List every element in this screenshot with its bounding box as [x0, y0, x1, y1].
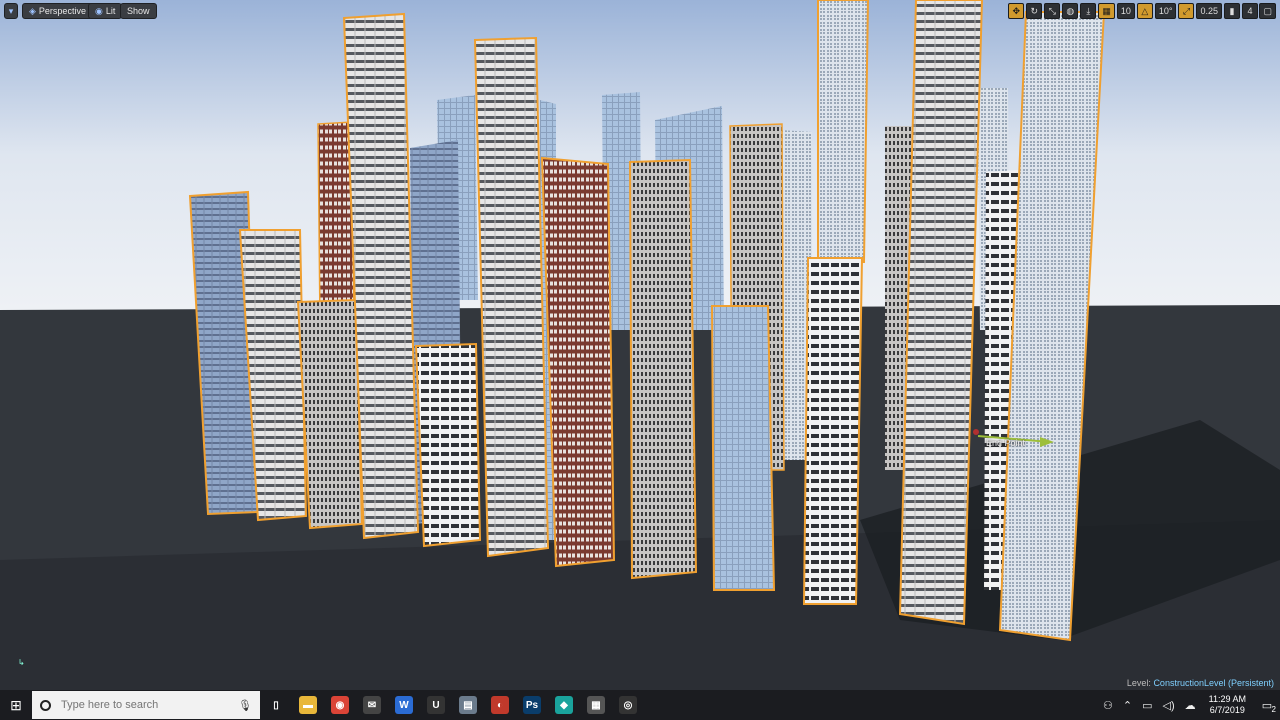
level-name: ConstructionLevel (Persistent)	[1153, 678, 1274, 688]
building-selected[interactable]	[414, 342, 482, 548]
chrome-taskbar-button[interactable]: ◉	[324, 690, 356, 720]
building-selected[interactable]	[296, 298, 364, 530]
word-taskbar-button[interactable]: W	[388, 690, 420, 720]
lit-button[interactable]: ◉ Lit	[88, 3, 123, 19]
file-explorer-taskbar-button[interactable]: ▬	[292, 690, 324, 720]
show-button[interactable]: Show	[120, 3, 157, 19]
scale-tool-icon[interactable]: ⤡	[1044, 3, 1061, 19]
level-info: Level: ConstructionLevel (Persistent)	[1127, 678, 1274, 688]
taskbar-clock[interactable]: 11:29 AM 6/7/2019	[1201, 694, 1254, 716]
building-selected[interactable]	[802, 257, 864, 605]
world-space-icon[interactable]: ◍	[1062, 3, 1079, 19]
viewport-toolbar: ✥ ↻ ⤡ ◍ ⤓ ▦ 10 △ 10° ⤢ 0.25 ▮ 4	[1008, 3, 1258, 19]
building-selected[interactable]	[473, 36, 550, 558]
viewport-menu-button[interactable]: ▾	[4, 3, 18, 19]
grid-snap-value[interactable]: 10	[1116, 3, 1135, 19]
rotate-tool-icon[interactable]: ↻	[1026, 3, 1043, 19]
grid-snap-icon[interactable]: ▦	[1098, 3, 1115, 19]
level-prefix: Level:	[1126, 678, 1151, 688]
end-point-label: End Point	[986, 438, 1026, 448]
windows-taskbar: ⊞ 🎙 ▯ ▬ ◉ ✉ WU ▤ ◐ Ps ◆ ▦ ◎ ⚇ ⌃ ▭ ◁) ☁ 11:29 AM 6/…	[0, 690, 1280, 720]
chrome-icon: ◉	[331, 696, 349, 714]
camera-speed-icon[interactable]: ▮	[1224, 3, 1240, 19]
mail-icon: ✉	[363, 696, 381, 714]
files-icon: ▤	[459, 696, 477, 714]
search-input[interactable]	[59, 698, 231, 712]
show-hidden-icons-icon[interactable]: ⌃	[1118, 699, 1137, 712]
building-selected[interactable]	[710, 305, 776, 591]
calculator-icon: ▦	[587, 696, 605, 714]
axis-indicator-icon: ↳	[18, 658, 25, 667]
surface-snap-icon[interactable]: ⤓	[1080, 3, 1097, 19]
network-icon[interactable]: ▭	[1137, 699, 1157, 712]
media-taskbar-button[interactable]: ◐	[484, 690, 516, 720]
rotation-snap-icon[interactable]: △	[1136, 3, 1153, 19]
volume-icon[interactable]: ◁)	[1158, 699, 1180, 712]
perspective-label: Perspective	[38, 6, 86, 16]
people-icon[interactable]: ⚇	[1098, 699, 1118, 712]
clock-date: 6/7/2019	[1209, 705, 1245, 715]
gizmo-pivot[interactable]	[973, 429, 979, 435]
file-explorer-icon: ▬	[299, 696, 317, 714]
cortana-icon	[40, 699, 51, 711]
camera-speed-value[interactable]: 4	[1242, 3, 1258, 19]
scale-snap-value[interactable]: 0.25	[1196, 3, 1222, 19]
show-label: Show	[127, 6, 150, 16]
move-tool-icon[interactable]: ✥	[1008, 3, 1025, 19]
onedrive-icon[interactable]: ☁	[1180, 699, 1201, 712]
action-center-icon[interactable]: ▭ 2	[1254, 690, 1280, 720]
media-icon: ◐	[491, 696, 509, 714]
obs-icon: ◎	[619, 696, 637, 714]
lit-label: Lit	[105, 6, 116, 16]
taskbar-apps: ▯ ▬ ◉ ✉ W U ▤ ◐ Ps ◆ ▦ ◎	[260, 690, 644, 720]
perspective-icon: ◈	[29, 6, 36, 16]
task-view-icon: ▯	[267, 696, 285, 714]
calculator-taskbar-button[interactable]: ▦	[580, 690, 612, 720]
level-viewport[interactable]: ▾ ◈ Perspective ◉ Lit Show ✥ ↻ ⤡ ◍ ⤓ ▦ 10 …	[0, 0, 1280, 690]
windows-start-icon[interactable]: ⊞	[0, 690, 32, 720]
lit-icon: ◉	[95, 6, 103, 16]
scale-snap-icon[interactable]: ⤢	[1178, 3, 1195, 19]
task-view-taskbar-button[interactable]: ▯	[260, 690, 292, 720]
clock-time: 11:29 AM	[1208, 694, 1246, 704]
sketchup-taskbar-button[interactable]: ◆	[548, 690, 580, 720]
maximize-viewport-icon[interactable]: ▢	[1259, 3, 1276, 19]
sketchup-icon: ◆	[555, 696, 573, 714]
photoshop-taskbar-button[interactable]: Ps	[516, 690, 548, 720]
word-icon: W	[395, 696, 413, 714]
microphone-icon[interactable]: 🎙	[238, 699, 252, 712]
photoshop-icon: Ps	[523, 696, 541, 714]
obs-taskbar-button[interactable]: ◎	[612, 690, 644, 720]
menu-arrow-icon: ▾	[8, 6, 14, 16]
city-scene[interactable]	[0, 0, 1280, 690]
unreal-taskbar-button[interactable]: U	[420, 690, 452, 720]
rotation-snap-value[interactable]: 10°	[1154, 3, 1177, 19]
building-selected[interactable]	[628, 158, 698, 580]
mail-taskbar-button[interactable]: ✉	[356, 690, 388, 720]
unreal-icon: U	[427, 696, 445, 714]
perspective-button[interactable]: ◈ Perspective	[22, 3, 93, 19]
files-taskbar-button[interactable]: ▤	[452, 690, 484, 720]
building-selected[interactable]	[817, 0, 870, 263]
notification-count: 2	[1271, 705, 1276, 714]
taskbar-search[interactable]: 🎙	[32, 691, 260, 719]
system-tray: ⚇ ⌃ ▭ ◁) ☁ 11:29 AM 6/7/2019 ▭ 2	[1098, 690, 1280, 720]
